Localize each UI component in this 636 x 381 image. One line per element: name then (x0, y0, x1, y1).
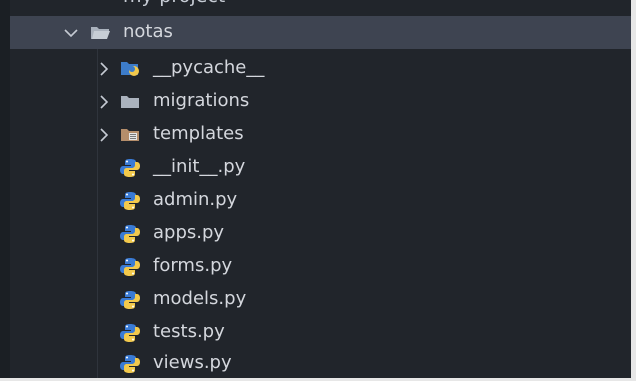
tree-item-pycache[interactable]: __pycache__ (10, 53, 631, 86)
tree-item-label: migrations (153, 90, 250, 111)
tree-item-tests-py[interactable]: tests.py (10, 317, 631, 350)
chevron-down-icon[interactable] (63, 25, 79, 41)
truncated-parent-row[interactable]: my-project (10, 0, 631, 6)
python-icon (120, 159, 140, 177)
tree-item-label: apps.py (153, 222, 225, 243)
right-edge (631, 0, 636, 381)
python-icon (120, 225, 140, 243)
tree-item-notas[interactable]: notas (10, 16, 631, 49)
tree-item-init-py[interactable]: __init__.py (10, 152, 631, 185)
folder-open-icon (91, 27, 110, 39)
tree-item-label: tests.py (153, 321, 225, 342)
python-icon (120, 192, 140, 210)
tree-item-templates[interactable]: templates (10, 119, 631, 152)
tree-item-label: templates (153, 123, 244, 144)
left-border (0, 0, 10, 381)
tree-item-label: models.py (153, 288, 247, 309)
tree-item-label: notas (123, 21, 173, 42)
truncated-parent-label: my-project (123, 0, 225, 6)
tree-item-views-py[interactable]: views.py (10, 348, 631, 381)
folder-icon (121, 96, 139, 108)
tree-item-apps-py[interactable]: apps.py (10, 218, 631, 251)
python-icon (120, 355, 140, 373)
chevron-right-icon[interactable] (96, 94, 112, 110)
python-icon (120, 324, 140, 342)
python-icon (120, 291, 140, 309)
tree-item-models-py[interactable]: models.py (10, 284, 631, 317)
tree-item-label: views.py (153, 352, 232, 373)
templates-folder-icon (121, 129, 139, 141)
python-folder-icon (121, 62, 139, 76)
tree-item-label: __init__.py (153, 156, 246, 177)
tree-item-migrations[interactable]: migrations (10, 86, 631, 119)
tree-item-label: admin.py (153, 189, 238, 210)
tree-item-label: forms.py (153, 255, 233, 276)
chevron-right-icon[interactable] (96, 61, 112, 77)
tree-item-label: __pycache__ (153, 57, 265, 78)
file-explorer-tree[interactable]: my-project notas __pycache (10, 0, 631, 381)
tree-item-admin-py[interactable]: admin.py (10, 185, 631, 218)
explorer-frame: my-project notas __pycache (0, 0, 636, 381)
tree-item-forms-py[interactable]: forms.py (10, 251, 631, 284)
chevron-right-icon[interactable] (96, 127, 112, 143)
python-icon (120, 258, 140, 276)
